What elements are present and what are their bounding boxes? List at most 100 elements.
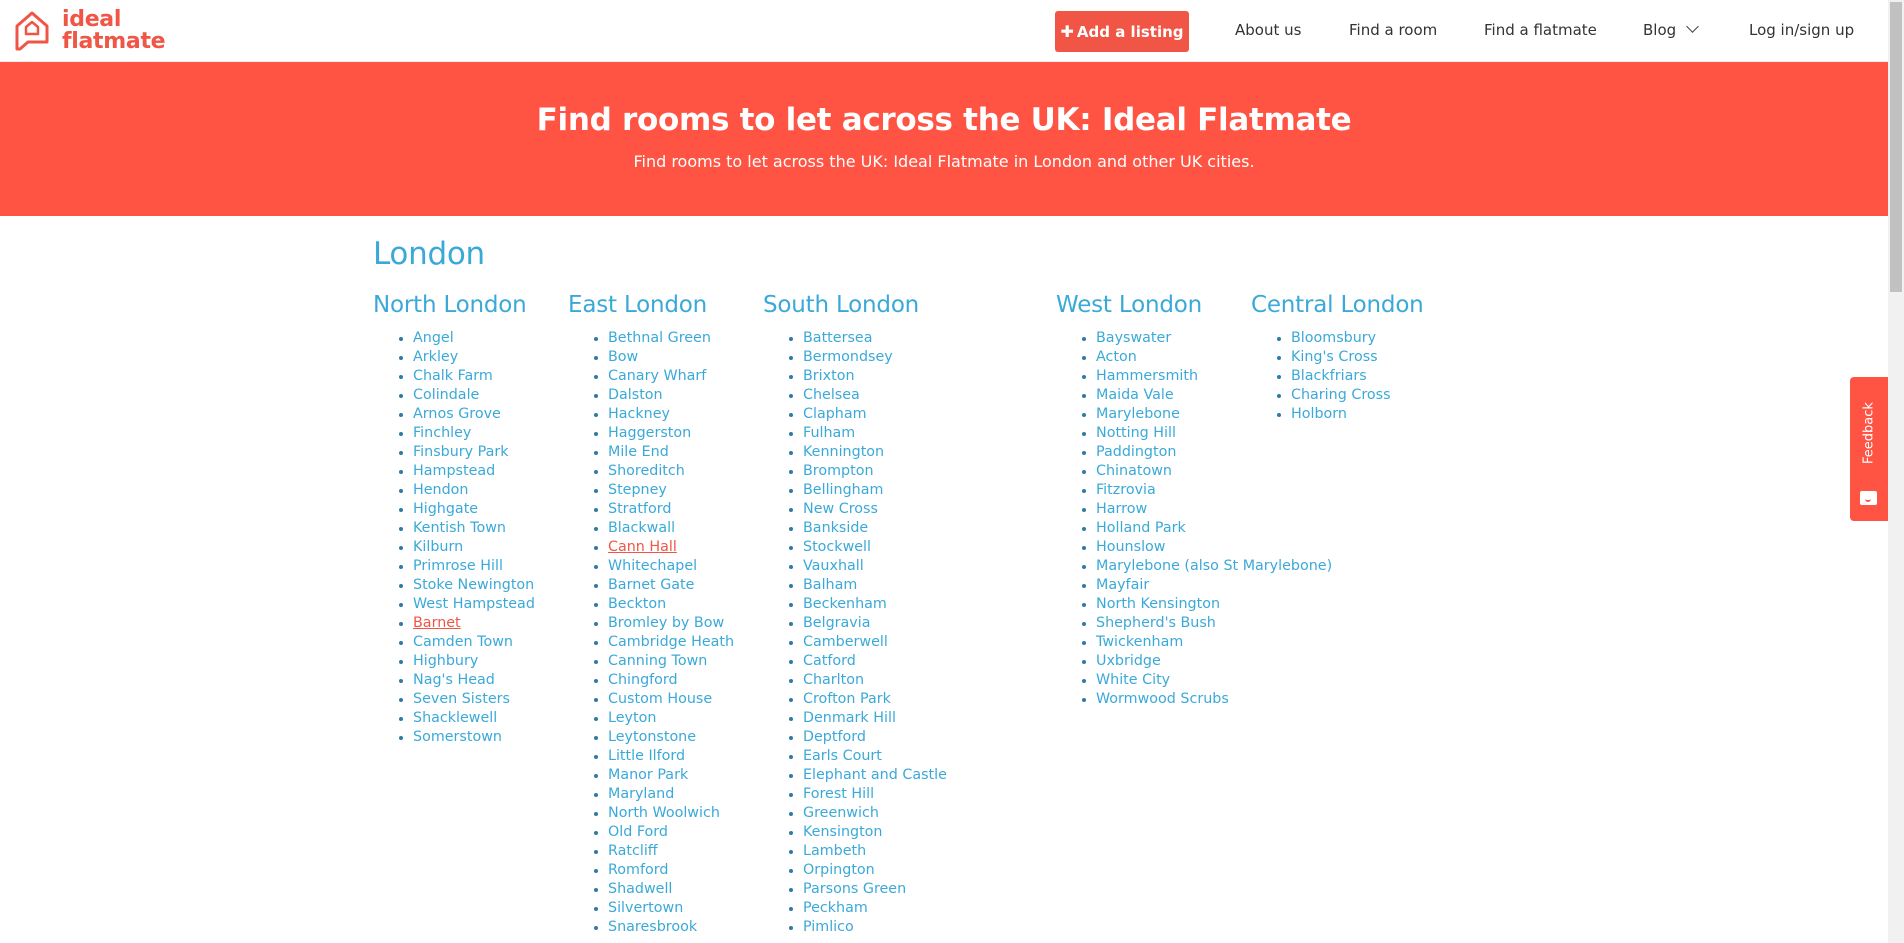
logo[interactable]: ideal flatmate — [14, 9, 166, 53]
area-link[interactable]: Lambeth — [803, 843, 866, 859]
area-link[interactable]: Acton — [1096, 349, 1137, 365]
area-link[interactable]: Bromley by Bow — [608, 615, 724, 631]
area-link[interactable]: Little Ilford — [608, 748, 685, 764]
area-link[interactable]: Maryland — [608, 786, 674, 802]
area-link[interactable]: Canary Wharf — [608, 368, 706, 384]
area-link[interactable]: Charing Cross — [1291, 387, 1391, 403]
area-link[interactable]: Silvertown — [608, 900, 683, 916]
area-link[interactable]: Beckenham — [803, 596, 887, 612]
area-link[interactable]: Paddington — [1096, 444, 1176, 460]
area-link[interactable]: Old Ford — [608, 824, 668, 840]
nav-find-a-room[interactable]: Find a room — [1349, 21, 1437, 39]
area-link[interactable]: Barnet — [413, 615, 461, 631]
area-link[interactable]: Crofton Park — [803, 691, 891, 707]
area-link[interactable]: Angel — [413, 330, 454, 346]
area-link[interactable]: Forest Hill — [803, 786, 874, 802]
area-link[interactable]: Kennington — [803, 444, 884, 460]
area-link[interactable]: Balham — [803, 577, 857, 593]
area-link[interactable]: Camberwell — [803, 634, 888, 650]
area-link[interactable]: Mile End — [608, 444, 669, 460]
area-link[interactable]: Parsons Green — [803, 881, 906, 897]
area-link[interactable]: Denmark Hill — [803, 710, 896, 726]
area-link[interactable]: Arnos Grove — [413, 406, 501, 422]
area-link[interactable]: Charlton — [803, 672, 864, 688]
area-link[interactable]: Shoreditch — [608, 463, 685, 479]
area-link[interactable]: Finchley — [413, 425, 471, 441]
area-link[interactable]: Bloomsbury — [1291, 330, 1376, 346]
nav-about-us[interactable]: About us — [1235, 21, 1301, 39]
area-link[interactable]: Marylebone (also St Marylebone) — [1096, 558, 1332, 574]
area-link[interactable]: Seven Sisters — [413, 691, 510, 707]
area-link[interactable]: Catford — [803, 653, 856, 669]
area-link[interactable]: Stratford — [608, 501, 671, 517]
page-scrollbar[interactable] — [1888, 0, 1904, 943]
area-link[interactable]: Belgravia — [803, 615, 870, 631]
area-link[interactable]: Bow — [608, 349, 638, 365]
area-link[interactable]: Uxbridge — [1096, 653, 1161, 669]
area-link[interactable]: Kilburn — [413, 539, 463, 555]
area-link[interactable]: Highgate — [413, 501, 478, 517]
area-link[interactable]: Romford — [608, 862, 668, 878]
area-link[interactable]: Shepherd's Bush — [1096, 615, 1216, 631]
area-link[interactable]: Ratcliff — [608, 843, 658, 859]
area-link[interactable]: Peckham — [803, 900, 868, 916]
area-link[interactable]: Highbury — [413, 653, 478, 669]
area-link[interactable]: Somerstown — [413, 729, 502, 745]
area-link[interactable]: Barnet Gate — [608, 577, 694, 593]
area-link[interactable]: Earls Court — [803, 748, 882, 764]
area-link[interactable]: White City — [1096, 672, 1170, 688]
area-link[interactable]: Holland Park — [1096, 520, 1186, 536]
nav-login-signup[interactable]: Log in/sign up — [1749, 21, 1854, 39]
area-link[interactable]: Elephant and Castle — [803, 767, 947, 783]
area-link[interactable]: Wormwood Scrubs — [1096, 691, 1229, 707]
area-link[interactable]: Stockwell — [803, 539, 871, 555]
area-link[interactable]: Chelsea — [803, 387, 860, 403]
area-link[interactable]: Bermondsey — [803, 349, 893, 365]
area-link[interactable]: Haggerston — [608, 425, 691, 441]
area-link[interactable]: Leyton — [608, 710, 656, 726]
area-link[interactable]: Clapham — [803, 406, 867, 422]
area-link[interactable]: Hammersmith — [1096, 368, 1198, 384]
area-link[interactable]: Chinatown — [1096, 463, 1172, 479]
area-link[interactable]: Bankside — [803, 520, 868, 536]
area-link[interactable]: Hounslow — [1096, 539, 1165, 555]
area-link[interactable]: Cambridge Heath — [608, 634, 734, 650]
area-link[interactable]: Canning Town — [608, 653, 707, 669]
area-link[interactable]: Hampstead — [413, 463, 495, 479]
area-link[interactable]: Brixton — [803, 368, 855, 384]
area-link[interactable]: Bayswater — [1096, 330, 1171, 346]
area-link[interactable]: Manor Park — [608, 767, 688, 783]
area-link[interactable]: Kensington — [803, 824, 883, 840]
area-link[interactable]: Finsbury Park — [413, 444, 509, 460]
area-link[interactable]: Snaresbrook — [608, 919, 697, 935]
area-link[interactable]: Pimlico — [803, 919, 854, 935]
area-link[interactable]: Blackwall — [608, 520, 675, 536]
area-link[interactable]: Kentish Town — [413, 520, 506, 536]
area-link[interactable]: North Kensington — [1096, 596, 1220, 612]
area-link[interactable]: Arkley — [413, 349, 458, 365]
area-link[interactable]: New Cross — [803, 501, 878, 517]
area-link[interactable]: Holborn — [1291, 406, 1347, 422]
area-link[interactable]: Dalston — [608, 387, 663, 403]
area-link[interactable]: Hendon — [413, 482, 469, 498]
area-link[interactable]: Brompton — [803, 463, 874, 479]
area-link[interactable]: Deptford — [803, 729, 866, 745]
area-link[interactable]: Twickenham — [1096, 634, 1183, 650]
area-link[interactable]: King's Cross — [1291, 349, 1378, 365]
area-link[interactable]: Colindale — [413, 387, 479, 403]
area-link[interactable]: Harrow — [1096, 501, 1147, 517]
feedback-tab[interactable]: Feedback — [1850, 377, 1888, 521]
area-link[interactable]: Stepney — [608, 482, 667, 498]
area-link[interactable]: North Woolwich — [608, 805, 720, 821]
scrollbar-thumb[interactable] — [1890, 2, 1902, 292]
area-link[interactable]: Bethnal Green — [608, 330, 711, 346]
add-listing-button[interactable]: ✚ Add a listing — [1055, 11, 1189, 52]
area-link[interactable]: Beckton — [608, 596, 666, 612]
area-link[interactable]: Bellingham — [803, 482, 883, 498]
area-link[interactable]: Fitzrovia — [1096, 482, 1156, 498]
area-link[interactable]: Maida Vale — [1096, 387, 1174, 403]
area-link[interactable]: Fulham — [803, 425, 855, 441]
area-link[interactable]: Mayfair — [1096, 577, 1149, 593]
area-link[interactable]: Leytonstone — [608, 729, 696, 745]
area-link[interactable]: Greenwich — [803, 805, 879, 821]
